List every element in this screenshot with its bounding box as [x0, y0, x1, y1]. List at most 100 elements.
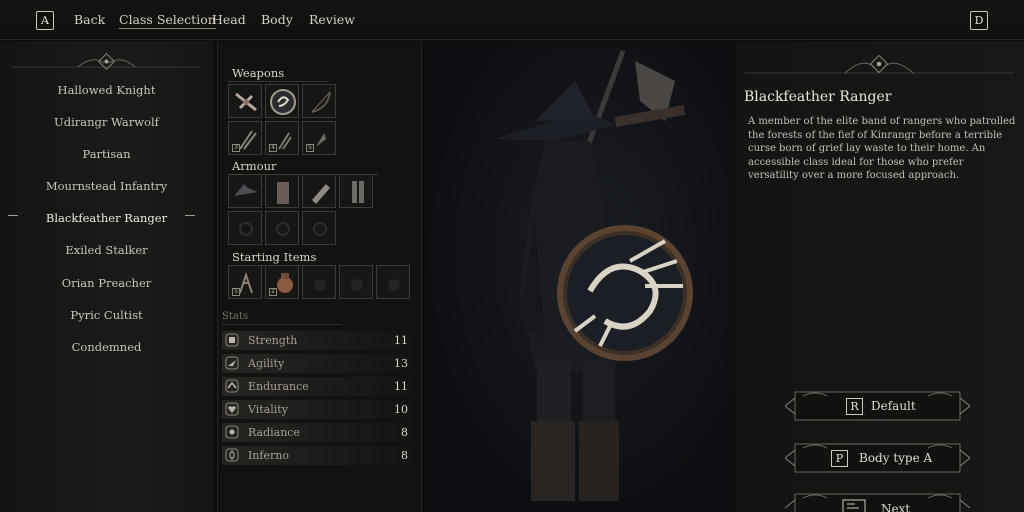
starting-items-heading: Starting Items — [232, 250, 317, 264]
stats-heading: Stats — [222, 311, 248, 322]
starting-slot-1[interactable]: 5 — [228, 265, 262, 299]
body-type-button[interactable]: P Body type A — [785, 440, 970, 476]
stat-value: 10 — [394, 403, 408, 416]
key-hint-r: R — [846, 398, 863, 415]
starting-slot-5[interactable] — [376, 265, 410, 299]
weapon-slot-1[interactable] — [228, 84, 262, 118]
stat-name: Radiance — [248, 426, 300, 439]
weapon-slot-4[interactable]: 3 — [228, 121, 262, 155]
nav-review[interactable]: Review — [309, 12, 355, 27]
class-item-udirangr-warwolf[interactable]: Udirangr Warwolf — [0, 115, 213, 129]
equipment-panel: Weapons 3 4 5 Armour Starting Items 5 2 … — [217, 41, 422, 512]
class-description: A member of the elite band of rangers wh… — [748, 116, 1016, 181]
class-description-panel: Blackfeather Ranger A member of the elit… — [735, 41, 1024, 512]
empty-bag-icon — [388, 279, 400, 291]
button-frame — [785, 493, 970, 512]
ring-slot-3[interactable] — [302, 211, 336, 245]
slot-count: 5 — [232, 288, 240, 296]
class-item-pyric-cultist[interactable]: Pyric Cultist — [0, 308, 213, 322]
wing-icon — [225, 356, 239, 370]
default-button[interactable]: R Default — [785, 388, 970, 424]
starting-slot-4[interactable] — [339, 265, 373, 299]
empty-ring-icon — [313, 222, 327, 236]
fist-icon — [225, 333, 239, 347]
next-button[interactable]: Next — [785, 490, 970, 512]
stat-name: Vitality — [248, 403, 288, 416]
hat-icon — [234, 184, 258, 196]
character-preview[interactable] — [425, 41, 733, 512]
armour-slot-head[interactable] — [228, 174, 262, 208]
character-model-image — [495, 50, 693, 501]
class-item-hallowed-knight[interactable]: Hallowed Knight — [0, 83, 213, 97]
nav-class-selection[interactable]: Class Selection — [119, 12, 216, 29]
class-list-panel: Hallowed Knight Udirangr Warwolf Partisa… — [0, 41, 213, 512]
gauntlets-icon — [312, 184, 330, 204]
slot-count: 2 — [269, 288, 277, 296]
stat-name: Agility — [248, 357, 285, 370]
heart-icon — [225, 402, 239, 416]
prev-tab-key-hint: A — [36, 11, 54, 30]
slot-count: 5 — [306, 144, 314, 152]
stat-row-radiance: Radiance 8 — [222, 423, 412, 442]
shield-icon — [270, 89, 296, 115]
class-item-label: Blackfeather Ranger — [45, 211, 168, 225]
body-type-label: Body type A — [859, 451, 933, 465]
armour-slot-legs[interactable] — [339, 174, 373, 208]
empty-ring-icon — [239, 222, 253, 236]
nav-back[interactable]: Back — [74, 12, 105, 27]
ring-slot-2[interactable] — [265, 211, 299, 245]
next-label: Next — [881, 502, 911, 512]
stat-value: 11 — [394, 380, 408, 393]
class-item-blackfeather-ranger[interactable]: Blackfeather Ranger — [0, 211, 213, 225]
weapon-slot-3[interactable] — [302, 84, 336, 118]
class-item-partisan[interactable]: Partisan — [0, 147, 213, 161]
endurance-icon — [225, 379, 239, 393]
coat-icon — [277, 182, 289, 204]
class-title: Blackfeather Ranger — [744, 89, 892, 105]
top-navigation-bar: A Back Class Selection Head Body Review … — [0, 0, 1024, 40]
starting-slot-3[interactable] — [302, 265, 336, 299]
nav-head[interactable]: Head — [212, 12, 246, 27]
selection-marker-right — [185, 215, 195, 216]
stat-value: 13 — [394, 357, 408, 370]
stat-row-endurance: Endurance 11 — [222, 377, 412, 396]
weapon-slot-5[interactable]: 4 — [265, 121, 299, 155]
selection-marker-left — [8, 215, 18, 216]
stat-value: 11 — [394, 334, 408, 347]
weapon-slot-6[interactable]: 5 — [302, 121, 336, 155]
stat-value: 8 — [401, 449, 408, 462]
slot-count: 4 — [269, 144, 277, 152]
armour-slot-chest[interactable] — [265, 174, 299, 208]
stat-row-vitality: Vitality 10 — [222, 400, 412, 419]
ornament-divider-icon — [12, 53, 201, 70]
weapon-slot-2[interactable] — [265, 84, 299, 118]
class-item-exiled-stalker[interactable]: Exiled Stalker — [0, 243, 213, 257]
divider — [228, 81, 328, 82]
stat-row-agility: Agility 13 — [222, 354, 412, 373]
stat-row-inferno: Inferno 8 — [222, 446, 412, 465]
ornament-divider-icon — [745, 54, 1014, 74]
divider — [222, 324, 342, 325]
nav-body[interactable]: Body — [261, 12, 293, 27]
starting-slot-2[interactable]: 2 — [265, 265, 299, 299]
empty-ring-icon — [276, 222, 290, 236]
slot-count: 3 — [232, 144, 240, 152]
flame-icon — [225, 448, 239, 462]
default-label: Default — [871, 399, 916, 413]
armour-heading: Armour — [232, 159, 277, 173]
class-item-mournstead-infantry[interactable]: Mournstead Infantry — [0, 179, 213, 193]
boots-icon — [352, 181, 364, 203]
key-hint-p: P — [831, 450, 848, 467]
crossbow-icon — [235, 92, 257, 112]
armour-slot-hands[interactable] — [302, 174, 336, 208]
class-item-condemned[interactable]: Condemned — [0, 340, 213, 354]
class-item-orian-preacher[interactable]: Orian Preacher — [0, 276, 213, 290]
stat-row-strength: Strength 11 — [222, 331, 412, 350]
stat-name: Endurance — [248, 380, 309, 393]
empty-bag-icon — [314, 279, 326, 291]
stat-name: Strength — [248, 334, 298, 347]
radiance-icon — [225, 425, 239, 439]
empty-bag-icon — [351, 279, 363, 291]
ring-slot-1[interactable] — [228, 211, 262, 245]
stat-name: Inferno — [248, 449, 289, 462]
